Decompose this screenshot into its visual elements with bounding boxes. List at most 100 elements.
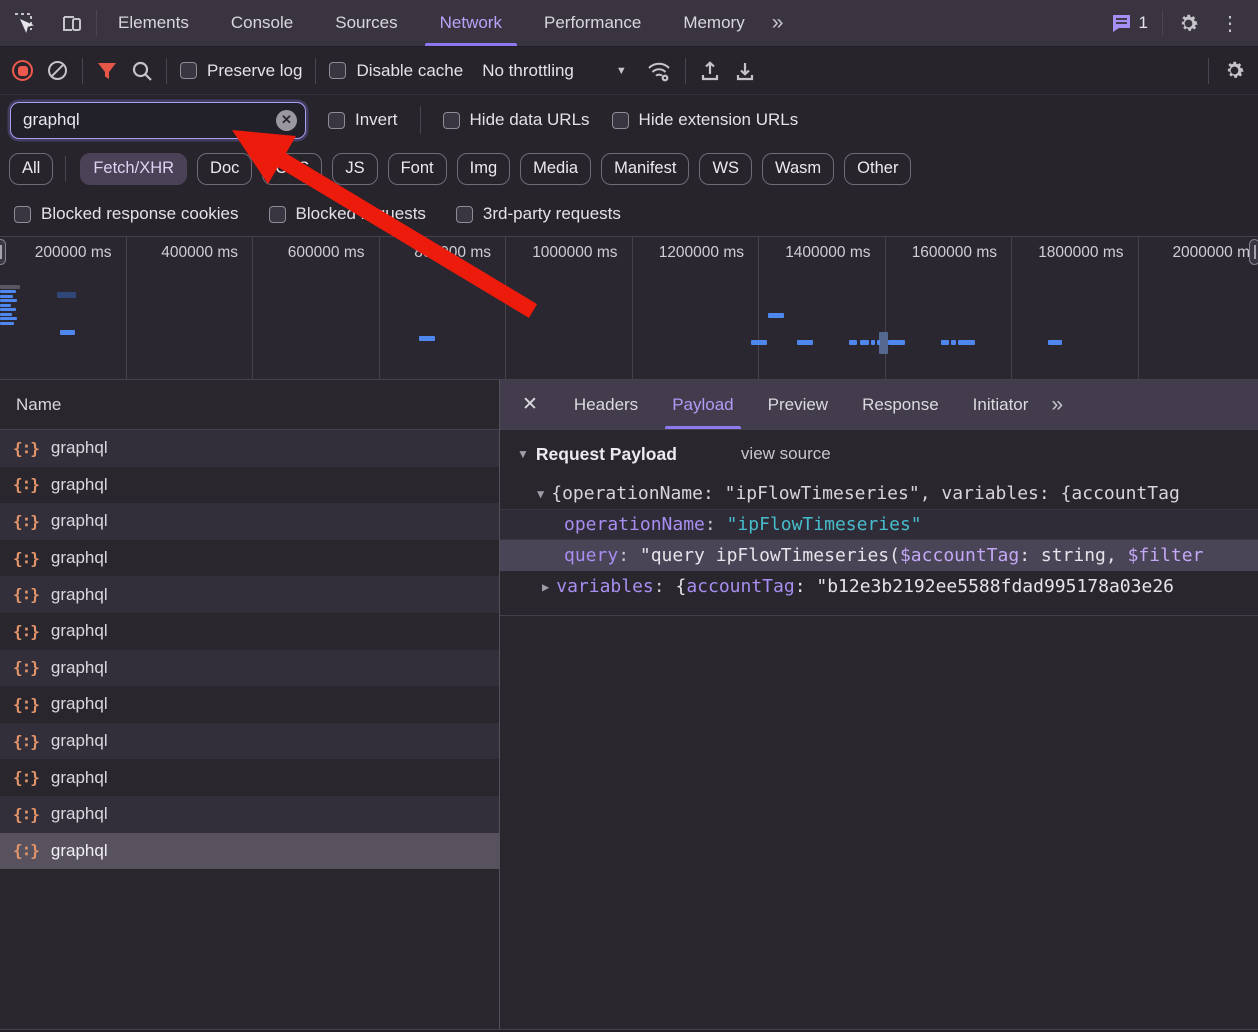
timeline-bar: [951, 340, 956, 345]
request-name: graphql: [51, 804, 108, 824]
request-row[interactable]: {∶} graphql: [0, 759, 499, 796]
filter-chip[interactable]: CSS: [262, 153, 322, 185]
request-row[interactable]: {∶} graphql: [0, 430, 499, 467]
blocked-response-cookies-checkbox[interactable]: Blocked response cookies: [14, 204, 239, 224]
checkbox[interactable]: [329, 62, 346, 79]
import-har-icon[interactable]: [699, 60, 721, 82]
main-tab[interactable]: Performance: [523, 0, 662, 46]
timeline-left-handle[interactable]: [0, 239, 6, 265]
detail-tab[interactable]: Preview: [751, 380, 845, 429]
detail-tab[interactable]: Initiator: [956, 380, 1046, 429]
request-row[interactable]: {∶} graphql: [0, 833, 499, 870]
request-row[interactable]: {∶} graphql: [0, 650, 499, 687]
disable-cache-checkbox[interactable]: Disable cache: [329, 61, 463, 81]
filter-chip[interactable]: Fetch/XHR: [80, 153, 187, 185]
clear-filter-icon[interactable]: ✕: [276, 110, 297, 131]
close-details-icon[interactable]: ✕: [500, 393, 557, 416]
main-tab[interactable]: Memory: [662, 0, 765, 46]
code-segment: :: [795, 576, 817, 597]
checkbox[interactable]: [443, 112, 460, 129]
request-row[interactable]: {∶} graphql: [0, 540, 499, 577]
hide-data-urls-checkbox[interactable]: Hide data URLs: [443, 110, 590, 130]
view-source-link[interactable]: view source: [741, 444, 831, 464]
filter-chip[interactable]: Other: [844, 153, 911, 185]
filter-chip[interactable]: All: [9, 153, 53, 185]
expand-triangle-icon[interactable]: ▶: [542, 580, 549, 594]
payload-preview-row[interactable]: ▼{operationName: "ipFlowTimeseries", var…: [500, 478, 1258, 509]
divider: [1208, 58, 1209, 84]
filter-input[interactable]: graphql ✕: [10, 102, 306, 139]
timeline-tick-label: 1600000 ms: [886, 237, 1013, 379]
preserve-log-checkbox[interactable]: Preserve log: [180, 61, 302, 81]
detail-tab[interactable]: Headers: [557, 380, 655, 429]
request-row[interactable]: {∶} graphql: [0, 723, 499, 760]
request-row[interactable]: {∶} graphql: [0, 467, 499, 504]
network-overview-timeline[interactable]: 200000 ms400000 ms600000 ms800000 ms1000…: [0, 236, 1258, 380]
detail-tab[interactable]: Payload: [655, 380, 750, 429]
timeline-bar: [419, 336, 435, 341]
request-row[interactable]: {∶} graphql: [0, 686, 499, 723]
checkbox[interactable]: [14, 206, 31, 223]
checkbox[interactable]: [180, 62, 197, 79]
filter-chip[interactable]: Media: [520, 153, 591, 185]
divider: [82, 58, 83, 84]
checkbox[interactable]: [328, 112, 345, 129]
throttling-dropdown[interactable]: No throttling ▼: [476, 61, 633, 81]
checkbox[interactable]: [456, 206, 473, 223]
detail-tab[interactable]: Response: [845, 380, 956, 429]
json-request-icon: {∶}: [13, 768, 39, 787]
checkbox[interactable]: [612, 112, 629, 129]
third-party-requests-checkbox[interactable]: 3rd-party requests: [456, 204, 621, 224]
network-conditions-icon[interactable]: [646, 59, 672, 83]
filter-chip[interactable]: Doc: [197, 153, 252, 185]
network-settings-gear-icon[interactable]: [1223, 59, 1246, 82]
payload-variables-row[interactable]: ▶variables: {accountTag: "b12e3b2192ee55…: [500, 571, 1258, 602]
timeline-bar: [0, 304, 11, 307]
kebab-menu-icon[interactable]: ⋮: [1214, 11, 1246, 36]
device-toolbar-icon[interactable]: [48, 11, 96, 35]
payload-query-row[interactable]: query: "query ipFlowTimeseries($accountT…: [500, 540, 1258, 571]
timeline-tick-label: 1400000 ms: [759, 237, 886, 379]
payload-operation-row[interactable]: operationName: "ipFlowTimeseries": [500, 509, 1258, 540]
blocked-requests-checkbox[interactable]: Blocked requests: [269, 204, 426, 224]
invert-checkbox[interactable]: Invert: [328, 110, 398, 130]
settings-gear-icon[interactable]: [1177, 12, 1200, 35]
record-network-log-button[interactable]: [12, 60, 33, 81]
request-name: graphql: [51, 731, 108, 751]
blocked-filters-row: Blocked response cookies Blocked request…: [0, 192, 1258, 236]
export-har-icon[interactable]: [734, 60, 756, 82]
filter-chip[interactable]: JS: [332, 153, 377, 185]
timeline-bar: [0, 299, 17, 302]
filter-chip[interactable]: Manifest: [601, 153, 689, 185]
filter-chip[interactable]: WS: [699, 153, 752, 185]
inspect-element-icon[interactable]: [0, 11, 48, 35]
search-icon[interactable]: [131, 60, 153, 82]
main-tab[interactable]: Elements: [97, 0, 210, 46]
issues-counter[interactable]: 1: [1111, 13, 1148, 34]
more-detail-tabs-icon[interactable]: »: [1045, 393, 1067, 417]
request-row[interactable]: {∶} graphql: [0, 503, 499, 540]
json-request-icon: {∶}: [13, 658, 39, 677]
timeline-tick-label: 600000 ms: [253, 237, 380, 379]
request-row[interactable]: {∶} graphql: [0, 576, 499, 613]
request-name: graphql: [51, 585, 108, 605]
filter-chip[interactable]: Wasm: [762, 153, 834, 185]
clear-network-log-icon[interactable]: [46, 59, 69, 82]
expand-triangle-icon[interactable]: ▼: [537, 487, 544, 501]
hide-extension-urls-checkbox[interactable]: Hide extension URLs: [612, 110, 799, 130]
request-row[interactable]: {∶} graphql: [0, 796, 499, 833]
name-column-header[interactable]: Name: [0, 380, 499, 430]
more-tabs-icon[interactable]: »: [766, 11, 788, 35]
checkbox[interactable]: [269, 206, 286, 223]
timeline-right-handle[interactable]: [1249, 239, 1258, 265]
timeline-bar: [877, 340, 880, 345]
main-tab[interactable]: Console: [210, 0, 314, 46]
main-tab[interactable]: Network: [419, 0, 523, 46]
filter-toggle-icon[interactable]: [96, 60, 118, 82]
filter-chip[interactable]: Font: [388, 153, 447, 185]
payload-section-title: Request Payload: [536, 444, 677, 465]
main-tab[interactable]: Sources: [314, 0, 418, 46]
request-row[interactable]: {∶} graphql: [0, 613, 499, 650]
collapse-triangle-icon[interactable]: ▼: [517, 447, 529, 461]
filter-chip[interactable]: Img: [457, 153, 511, 185]
